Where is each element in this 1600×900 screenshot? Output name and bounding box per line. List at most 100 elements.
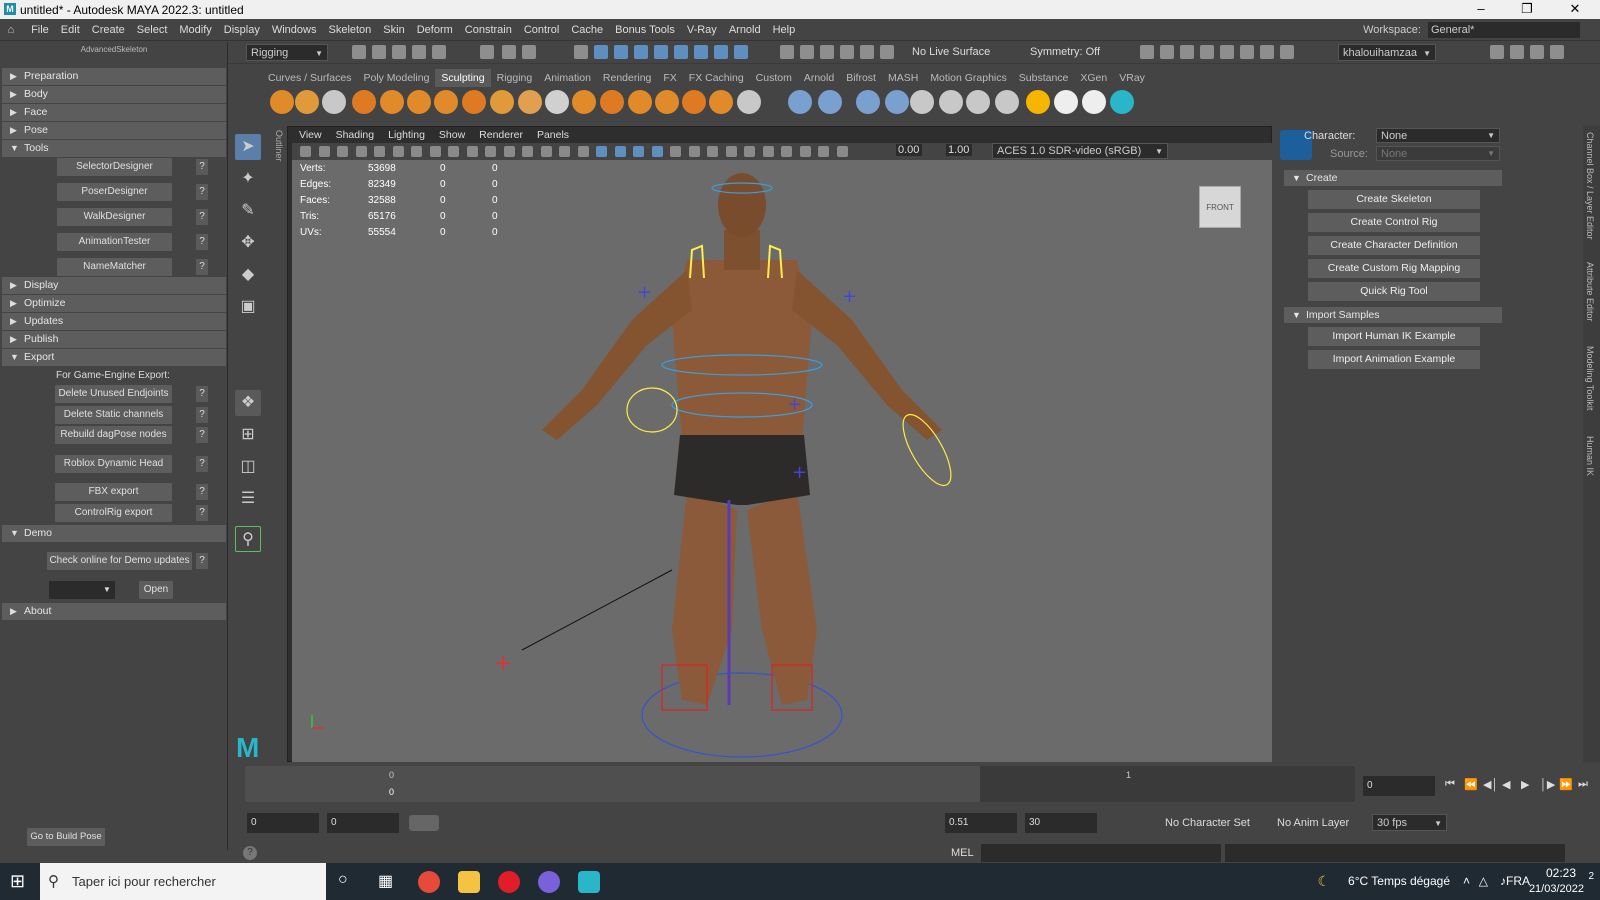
status-tool-icon[interactable]: [352, 45, 366, 59]
export-fbx-export-button[interactable]: FBX export: [55, 483, 172, 501]
viewport-tool-icon[interactable]: [503, 146, 515, 157]
mel-label[interactable]: MEL: [951, 847, 974, 859]
status-tool-icon[interactable]: [1140, 45, 1154, 59]
help-button[interactable]: ?: [196, 209, 208, 225]
export-controlrig-export-button[interactable]: ControlRig export: [55, 504, 172, 522]
viewport-tool-icon[interactable]: [318, 146, 330, 157]
shelf-tool-icon[interactable]: [518, 90, 542, 114]
source-dropdown[interactable]: None ▼: [1376, 146, 1500, 161]
viewport-tool-icon[interactable]: [633, 146, 644, 157]
help-button[interactable]: ?: [196, 184, 208, 200]
export-delete-static-channels-button[interactable]: Delete Static channels: [55, 406, 172, 424]
shelf-tool-icon[interactable]: [655, 90, 679, 114]
status-tool-icon[interactable]: [1280, 45, 1294, 59]
status-tool-icon[interactable]: [880, 45, 894, 59]
hik-create-custom-rig-mapping-button[interactable]: Create Custom Rig Mapping: [1308, 259, 1480, 278]
viewport-tool-icon[interactable]: [522, 146, 533, 157]
shelf-tool-icon[interactable]: [462, 90, 486, 114]
four-view-icon[interactable]: ⊞: [235, 422, 261, 448]
shelf-tab-vray[interactable]: VRay: [1113, 69, 1151, 87]
help-button[interactable]: ?: [196, 159, 208, 175]
status-tool-icon[interactable]: [734, 45, 748, 59]
user-dropdown[interactable]: khalouihamzaa ▼: [1338, 44, 1436, 61]
range-end-field[interactable]: 0.51: [945, 813, 1017, 833]
viewport-menu-view[interactable]: View: [292, 127, 329, 143]
viewport-tool-icon[interactable]: [836, 146, 848, 157]
help-button[interactable]: ?: [196, 407, 208, 423]
hik-section-import-samples[interactable]: ▼ Import Samples: [1284, 307, 1502, 323]
shelf-tab-curves-surfaces[interactable]: Curves / Surfaces: [262, 69, 357, 87]
shelf-tab-animation[interactable]: Animation: [538, 69, 597, 87]
viewport-tool-icon[interactable]: [540, 146, 552, 157]
viewport-tool-icon[interactable]: [688, 146, 700, 157]
clock-time[interactable]: 02:23: [1546, 866, 1576, 880]
tool-poserdesigner-button[interactable]: PoserDesigner: [57, 183, 172, 201]
exposure-field[interactable]: 0.00: [896, 144, 922, 156]
shelf-tool-icon[interactable]: [939, 90, 963, 114]
status-tool-icon[interactable]: [614, 45, 628, 59]
close-icon[interactable]: ✕: [1560, 1, 1590, 17]
side-tab-human-ik[interactable]: Human IK: [1585, 436, 1595, 476]
open-button[interactable]: Open: [139, 581, 173, 599]
3d-viewport[interactable]: Verts: 53698 0 0 Edges: 82349 0 0 Faces: 32588 0 0 T…: [292, 160, 1272, 762]
playback-icon[interactable]: ◀: [1502, 778, 1510, 791]
shelf-tool-icon[interactable]: [380, 90, 404, 114]
status-tool-icon[interactable]: [674, 45, 688, 59]
shelf-tool-icon[interactable]: [995, 90, 1019, 114]
help-button[interactable]: ?: [196, 456, 208, 472]
command-input[interactable]: [981, 844, 1221, 862]
shelf-tool-icon[interactable]: [788, 90, 812, 114]
section-export[interactable]: ▼ Export: [2, 349, 226, 366]
current-frame-field[interactable]: 0: [1363, 776, 1435, 796]
symmetry-label[interactable]: Symmetry: Off: [1030, 46, 1100, 58]
character-dropdown[interactable]: None ▼: [1376, 128, 1500, 143]
taskbar-search[interactable]: Taper ici pour rechercher: [40, 863, 326, 900]
shelf-tab-motion-graphics[interactable]: Motion Graphics: [924, 69, 1012, 87]
help-button[interactable]: ?: [196, 234, 208, 250]
gamma-field[interactable]: 1.00: [946, 144, 972, 156]
section-pose[interactable]: ▶ Pose: [2, 122, 226, 139]
status-tool-icon[interactable]: [1240, 45, 1254, 59]
section-updates[interactable]: ▶ Updates: [2, 313, 226, 330]
section-body[interactable]: ▶ Body: [2, 86, 226, 103]
menuset-dropdown[interactable]: Rigging ▼: [246, 44, 328, 61]
status-tool-icon[interactable]: [372, 45, 386, 59]
status-tool-icon[interactable]: [1550, 45, 1564, 59]
shelf-tool-icon[interactable]: [709, 90, 733, 114]
menu-control[interactable]: Control: [518, 19, 565, 41]
rotate-tool-icon[interactable]: ◆: [235, 262, 261, 288]
viewport-tool-icon[interactable]: [596, 146, 607, 157]
range-handle[interactable]: [409, 815, 439, 831]
help-button[interactable]: ?: [196, 484, 208, 500]
hik-create-character-definition-button[interactable]: Create Character Definition: [1308, 236, 1480, 255]
go-to-build-pose-button[interactable]: Go to Build Pose: [27, 828, 105, 846]
status-tool-icon[interactable]: [634, 45, 648, 59]
help-button[interactable]: ?: [196, 259, 208, 275]
task-view-icon[interactable]: ▦: [378, 871, 393, 891]
status-tool-icon[interactable]: [502, 45, 516, 59]
menu-help[interactable]: Help: [767, 19, 802, 41]
menu-modify[interactable]: Modify: [173, 19, 217, 41]
shelf-tool-icon[interactable]: [572, 90, 596, 114]
help-button[interactable]: ?: [196, 386, 208, 402]
status-tool-icon[interactable]: [1510, 45, 1524, 59]
start-frame-field[interactable]: 0: [247, 813, 319, 833]
shelf-tool-icon[interactable]: [295, 90, 319, 114]
viewport-menu-shading[interactable]: Shading: [329, 127, 382, 143]
shelf-tab-custom[interactable]: Custom: [750, 69, 798, 87]
section-display[interactable]: ▶ Display: [2, 277, 226, 294]
shelf-tab-rendering[interactable]: Rendering: [597, 69, 657, 87]
menu-skin[interactable]: Skin: [377, 19, 410, 41]
status-tool-icon[interactable]: [1160, 45, 1174, 59]
fps-dropdown[interactable]: 30 fps ▼: [1372, 814, 1447, 831]
viewport-tool-icon[interactable]: [374, 146, 385, 157]
status-tool-icon[interactable]: [654, 45, 668, 59]
chrome-icon[interactable]: [418, 871, 440, 893]
status-tool-icon[interactable]: [1200, 45, 1214, 59]
viewport-tool-icon[interactable]: [670, 146, 681, 157]
viewport-tool-icon[interactable]: [337, 146, 348, 157]
status-tool-icon[interactable]: [1260, 45, 1274, 59]
playback-icon[interactable]: ⏩: [1559, 778, 1573, 791]
tool-walkdesigner-button[interactable]: WalkDesigner: [57, 208, 172, 226]
maximize-icon[interactable]: ❐: [1512, 1, 1542, 17]
